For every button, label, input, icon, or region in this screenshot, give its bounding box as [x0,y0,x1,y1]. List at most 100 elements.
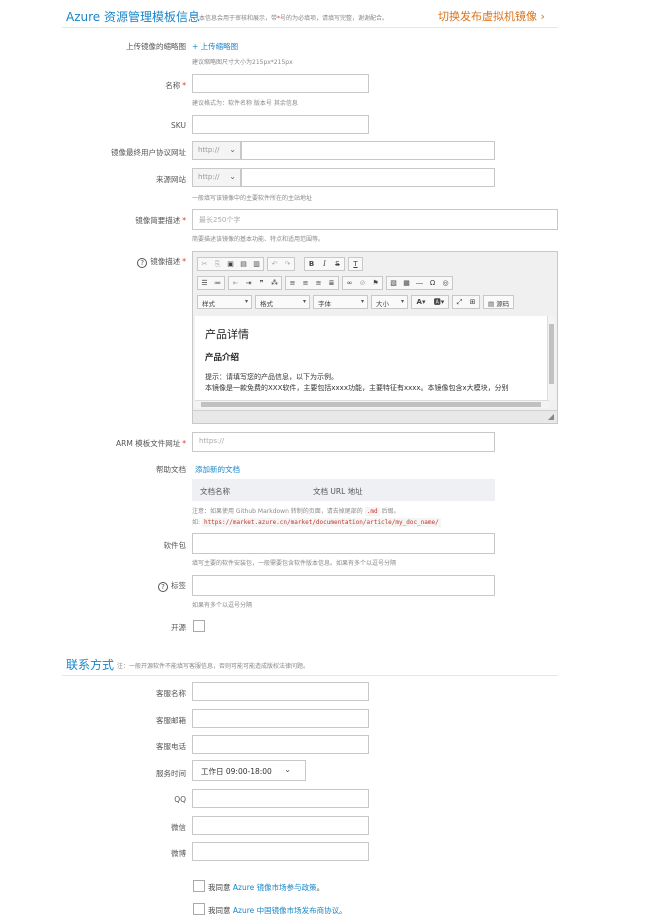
strikethrough-icon[interactable]: S [331,258,344,270]
font-combo[interactable]: 字体 ▾ [313,295,368,309]
doc-col-url: 文档 URL 地址 [313,487,363,496]
paste-word-icon[interactable]: ▥ [250,258,263,270]
editor-vertical-scrollbar[interactable] [547,316,555,400]
sku-label: SKU [171,121,186,130]
chevron-down-icon: ⌄ [284,765,291,774]
text-color-icon[interactable]: A▾ [412,296,430,308]
editor-horizontal-scrollbar[interactable] [195,400,549,408]
special-char-icon[interactable]: Ω [426,277,439,289]
numbered-list-icon[interactable]: ☰ [198,277,211,289]
help-icon[interactable]: ? [137,258,148,268]
weibo-input[interactable] [192,842,369,861]
source-hint: 一般填写该镜像中的主要软件所在的主站地址 [192,195,313,202]
align-center-icon[interactable]: ≡ [299,277,312,289]
style-combo[interactable]: 样式 ▾ [197,295,252,309]
package-hint: 填写主要的软件安装包，一般需要包含软件版本信息。如果有多个以逗号分隔 [192,560,397,567]
qq-label: QQ [174,795,186,804]
paste-text-icon[interactable]: ▤ [237,258,250,270]
agree-policy-text: 我同意 Azure 镜像市场参与政策。 [208,882,324,893]
horizontal-rule-icon[interactable]: ― [413,277,426,289]
source-button[interactable]: ▤ 源码 [483,295,515,309]
qq-input[interactable] [192,789,369,808]
align-right-icon[interactable]: ≡ [312,277,325,289]
cs-email-input[interactable] [192,709,369,728]
tags-label: ? 标签 [158,580,186,592]
undo-icon[interactable]: ↶ [268,258,281,270]
scrollbar-thumb[interactable] [201,402,541,407]
editor-toolbar-row-2: ☰ ≔ ⇤ ⇥ ❞ ⁂ ≡ ≡ ≡ ≣ ∞ ⊘ ⚑ ▧ ▦ ― Ω ◎ [197,276,453,290]
agree-publisher-checkbox[interactable] [193,903,205,915]
editor-content-area[interactable]: 产品详情 产品介绍 提示：请填写您的产品信息，以下为示例。 本镜像是一款免费的X… [195,316,549,400]
service-hours-select[interactable]: 工作日 09:00-18:00 ⌄ [192,760,306,781]
sku-input[interactable] [192,115,369,134]
add-doc-link[interactable]: 添加新的文档 [195,464,240,475]
chevron-down-icon: ⌄ [229,145,236,154]
outdent-icon[interactable]: ⇤ [229,277,242,289]
size-combo[interactable]: 大小 ▾ [371,295,408,309]
short-desc-input[interactable]: 最长250个字 [192,209,558,230]
tools-group: ⤢ ⊞ [452,295,480,309]
anchor-flag-icon[interactable]: ⚑ [369,277,382,289]
eula-url-input[interactable] [241,141,495,160]
cs-phone-input[interactable] [192,735,369,754]
required-star: * [182,216,186,225]
unlink-icon[interactable]: ⊘ [356,277,369,289]
table-icon[interactable]: ▦ [400,277,413,289]
maximize-icon[interactable]: ⤢ [453,296,466,308]
eula-protocol-select[interactable]: http:// ⌄ [192,141,241,160]
agree-publisher-text: 我同意 Azure 中国镜像市场发布商协议。 [208,905,347,916]
section-title-contact: 联系方式 [66,658,115,672]
service-hours-label: 服务时间 [156,769,186,778]
contact-note: 注：一般开源软件不能填写客服信息，否则可能可能造成版权法律问题。 [117,663,310,670]
italic-icon[interactable]: I [318,258,331,270]
source-url-input[interactable] [241,168,495,187]
show-blocks-icon[interactable]: ⊞ [466,296,479,308]
bulleted-list-icon[interactable]: ≔ [211,277,224,289]
policy-link[interactable]: Azure 镜像市场参与政策 [233,883,317,892]
indent-icon[interactable]: ⇥ [242,277,255,289]
name-label: 名称 * [165,80,186,91]
editor-status-bar: ◢ [193,410,557,423]
link-group: ∞ ⊘ ⚑ [342,276,383,290]
source-protocol-select[interactable]: http:// ⌄ [192,168,241,187]
format-combo[interactable]: 格式 ▾ [255,295,310,309]
align-justify-icon[interactable]: ≣ [325,277,338,289]
resize-grip-icon[interactable]: ◢ [548,412,554,421]
arm-label-text: ARM 模板文件网址 [116,439,181,448]
list-group: ☰ ≔ [197,276,225,290]
cs-email-label: 客服邮箱 [156,716,186,725]
publisher-agreement-link[interactable]: Azure 中国镜像市场发布商协议 [233,906,339,915]
thumbnail-label: 上传镜像的缩略图 [126,42,186,51]
wechat-input[interactable] [192,816,369,835]
help-icon[interactable]: ? [158,582,168,592]
cs-name-input[interactable] [192,682,369,701]
blockquote-icon[interactable]: ❞ [255,277,268,289]
paste-icon[interactable]: ▣ [224,258,237,270]
rich-text-editor: ✂ ⎘ ▣ ▤ ▥ ↶ ↷ B I S T ☰ ≔ ⇤ ⇥ ❞ ⁂ ≡ ≡ ≡ … [192,251,558,424]
bg-color-icon[interactable]: 🅰▾ [430,296,448,308]
copy-icon[interactable]: ⎘ [211,258,224,270]
iframe-globe-icon[interactable]: ◎ [439,277,452,289]
switch-to-vm-image-link[interactable]: 切换发布虚拟机镜像 › [438,8,545,24]
upload-thumbnail-link[interactable]: + 上传缩略图 [192,41,238,52]
agree-policy-checkbox[interactable] [193,880,205,892]
tags-input[interactable] [192,575,495,596]
arm-url-input[interactable]: https:// [192,432,495,452]
name-input[interactable] [192,74,369,93]
eula-label: 镜像最终用户协议网址 [111,148,186,157]
package-input[interactable] [192,533,495,554]
note-prefix: 本信息会用于审核和展示，带 [199,15,278,22]
scrollbar-thumb[interactable] [549,324,554,384]
redo-icon[interactable]: ↷ [281,258,294,270]
cut-icon[interactable]: ✂ [198,258,211,270]
bold-icon[interactable]: B [305,258,318,270]
package-label: 软件包 [163,541,187,550]
open-source-checkbox[interactable] [193,620,205,632]
weibo-label: 微博 [171,849,186,858]
image-icon[interactable]: ▧ [387,277,400,289]
link-icon[interactable]: ∞ [343,277,356,289]
size-combo-label: 大小 [376,300,389,308]
div-container-icon[interactable]: ⁂ [268,277,281,289]
remove-format-icon[interactable]: T [349,258,362,270]
align-left-icon[interactable]: ≡ [286,277,299,289]
